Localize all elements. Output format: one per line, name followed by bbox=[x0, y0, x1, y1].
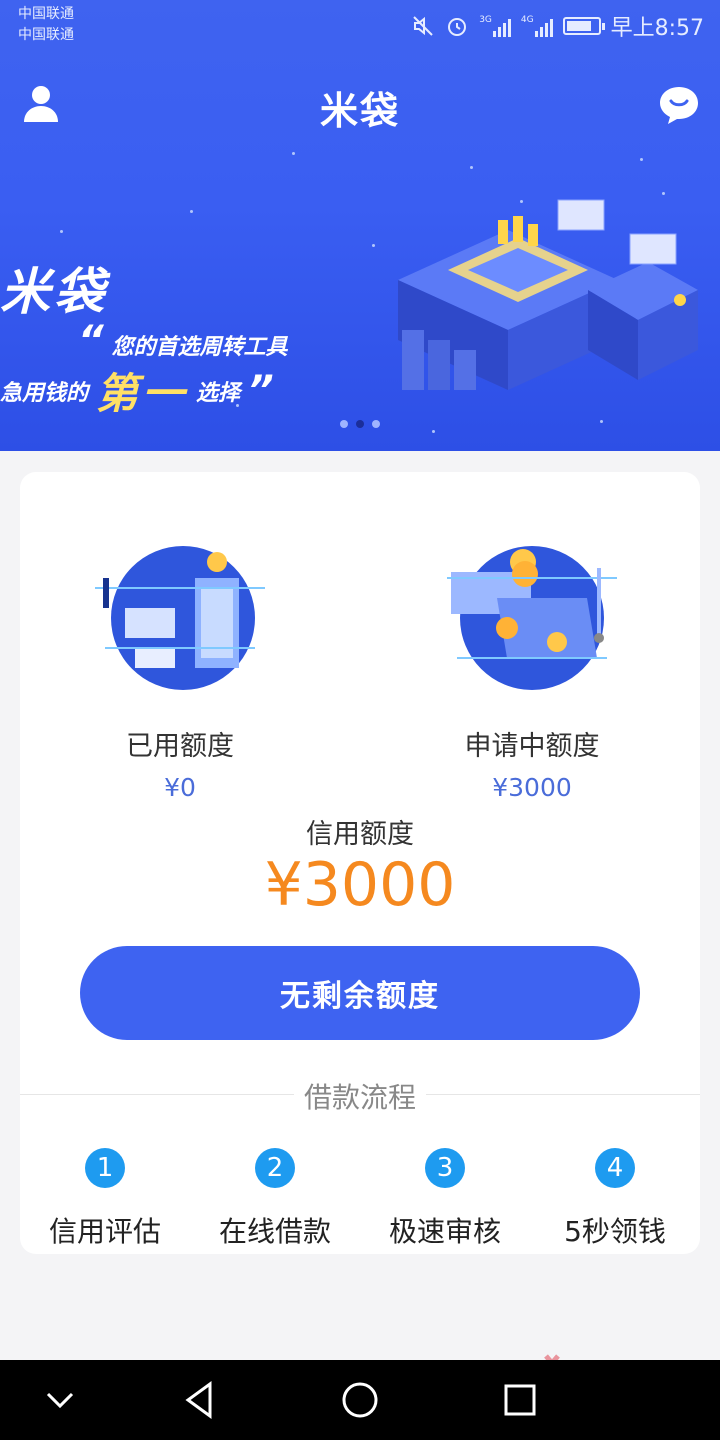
signal-2-icon bbox=[534, 15, 553, 37]
carrier-info: 中国联通 中国联通 bbox=[18, 4, 74, 46]
alarm-icon bbox=[448, 18, 467, 36]
loan-flow-steps: 1 信用评估 2 在线借款 3 极速审核 4 5秒领钱 bbox=[20, 1148, 700, 1250]
network-3g-label: 3G bbox=[479, 15, 492, 25]
step-number-badge: 1 bbox=[85, 1148, 125, 1188]
network-4g-label: 4G bbox=[520, 15, 534, 25]
mute-icon bbox=[413, 16, 433, 36]
flow-step: 2 在线借款 bbox=[190, 1148, 360, 1250]
slogan-suffix: 选择 bbox=[196, 380, 241, 406]
banner-dot-2[interactable] bbox=[356, 420, 364, 428]
loan-flow-title-text: 借款流程 bbox=[293, 1081, 426, 1114]
back-triangle-icon[interactable] bbox=[178, 1378, 222, 1422]
step-number-badge: 4 bbox=[595, 1148, 635, 1188]
used-quota-value: ¥0 bbox=[164, 773, 196, 802]
flow-step: 4 5秒领钱 bbox=[530, 1148, 700, 1250]
slogan-prefix: 急用钱的 bbox=[0, 380, 89, 406]
banner-slogan-line2: 急用钱的 第一 选择 ” bbox=[0, 360, 274, 421]
signal-1-icon bbox=[492, 15, 511, 37]
quote-open: “ bbox=[78, 318, 104, 364]
message-icon[interactable] bbox=[658, 84, 700, 126]
flow-step: 3 极速审核 bbox=[360, 1148, 530, 1250]
step-label: 5秒领钱 bbox=[564, 1215, 666, 1248]
loan-flow-title: 借款流程 bbox=[20, 1076, 700, 1116]
quote-close: ” bbox=[248, 367, 274, 414]
flow-step: 1 信用评估 bbox=[20, 1148, 190, 1250]
credit-card-panel: 已用额度 ¥0 申请中额度 ¥3000 信用额度 ¥3000 无剩余额度 借款流… bbox=[20, 472, 700, 1254]
battery-icon bbox=[562, 17, 605, 35]
status-bar: 中国联通 中国联通 3G 4G 早上8:57 bbox=[0, 0, 720, 48]
slogan-text: 您的首选周转工具 bbox=[111, 335, 288, 360]
credit-limit-label: 信用额度 bbox=[306, 819, 414, 850]
applying-quota-label: 申请中额度 bbox=[464, 731, 600, 762]
header-banner: 中国联通 中国联通 3G 4G 早上8:57 米袋 米袋 “ 您的首选周转工具 … bbox=[0, 0, 720, 451]
status-icons: 3G 4G 早上8:57 bbox=[411, 10, 704, 42]
carrier-1: 中国联通 bbox=[18, 6, 74, 22]
credit-limit-value: ¥3000 bbox=[264, 850, 456, 920]
banner-slogan-line1: “ 您的首选周转工具 bbox=[78, 318, 287, 364]
applying-quota: 申请中额度 ¥3000 bbox=[402, 538, 662, 802]
banner-logo-text: 米袋 bbox=[0, 263, 108, 321]
carrier-2: 中国联通 bbox=[18, 27, 74, 43]
step-number-badge: 3 bbox=[425, 1148, 465, 1188]
banner-dot-3[interactable] bbox=[372, 420, 380, 428]
system-navigation-bar bbox=[0, 1360, 720, 1440]
clock-time: 早上8:57 bbox=[610, 16, 704, 41]
banner-dot-1[interactable] bbox=[340, 420, 348, 428]
step-label: 在线借款 bbox=[218, 1215, 331, 1248]
used-quota: 已用额度 ¥0 bbox=[50, 538, 310, 802]
slogan-highlight: 第一 bbox=[96, 369, 189, 418]
applying-quota-illustration bbox=[447, 546, 617, 690]
hide-nav-chevron-icon[interactable] bbox=[38, 1378, 82, 1422]
step-label: 极速审核 bbox=[388, 1215, 501, 1248]
no-remaining-quota-button[interactable]: 无剩余额度 bbox=[80, 946, 640, 1040]
recent-apps-square-icon[interactable] bbox=[498, 1378, 542, 1422]
banner-pagination[interactable] bbox=[0, 420, 720, 428]
applying-quota-value: ¥3000 bbox=[492, 773, 572, 802]
page-title: 米袋 bbox=[319, 89, 400, 133]
step-label: 信用评估 bbox=[48, 1215, 161, 1248]
home-circle-icon[interactable] bbox=[338, 1378, 382, 1422]
used-quota-label: 已用额度 bbox=[126, 731, 234, 762]
banner-city-illustration bbox=[398, 199, 698, 390]
used-quota-illustration bbox=[95, 546, 265, 690]
step-number-badge: 2 bbox=[255, 1148, 295, 1188]
